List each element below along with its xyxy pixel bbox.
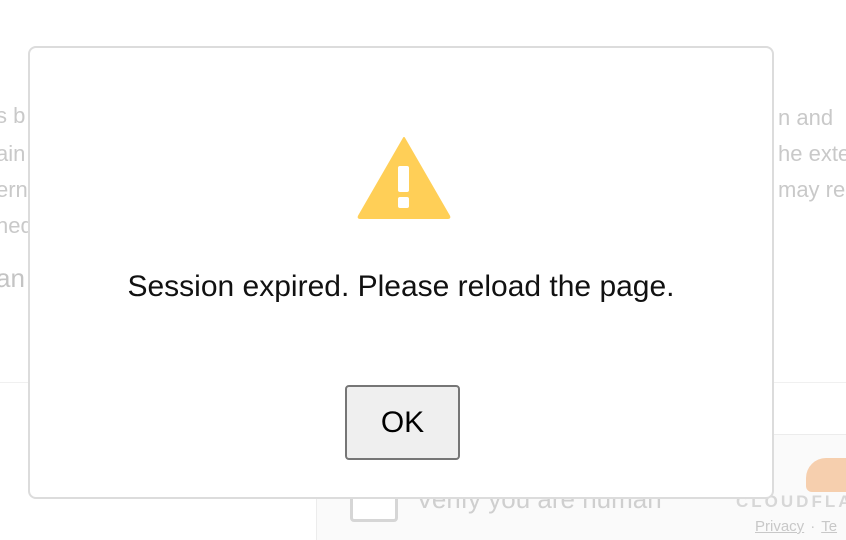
background-text-line: he exte <box>778 141 846 166</box>
cloudflare-cloud-icon <box>806 458 846 492</box>
terms-link[interactable]: Te <box>821 518 837 535</box>
background-heading: an <box>0 263 25 293</box>
privacy-link[interactable]: Privacy <box>755 518 804 535</box>
link-separator: · <box>810 518 816 535</box>
captcha-links: Privacy · Te <box>755 518 837 535</box>
background-text-line: s b <box>0 103 26 128</box>
page: s b ain ern ned an n and he exte may re … <box>0 0 846 540</box>
warning-triangle-icon <box>356 134 452 220</box>
dialog-message: Session expired. Please reload the page. <box>127 270 675 303</box>
background-text-line: ain <box>0 141 26 166</box>
ok-button[interactable]: OK <box>345 385 460 460</box>
session-expired-dialog: Session expired. Please reload the page.… <box>28 46 774 499</box>
background-text-line: may re <box>778 177 846 202</box>
background-text-line: ern <box>0 177 28 202</box>
background-text-line: n and <box>778 105 834 130</box>
